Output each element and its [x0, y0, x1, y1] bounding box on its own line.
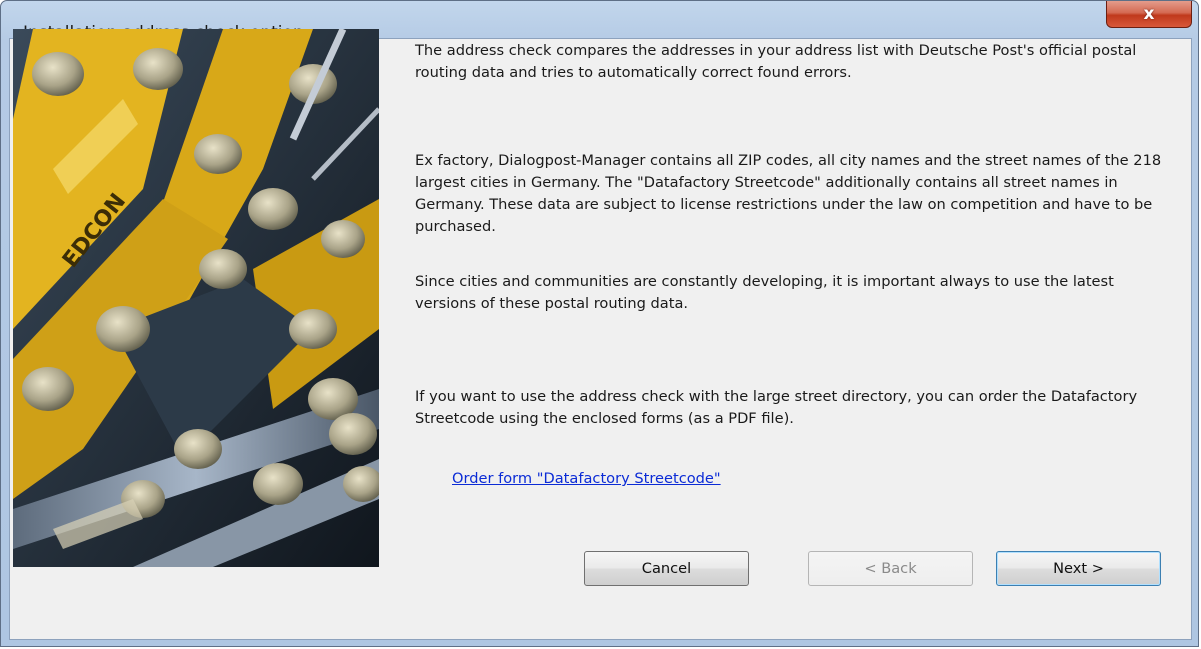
back-button[interactable]: < Back: [808, 551, 973, 586]
order-form-link[interactable]: Order form "Datafactory Streetcode": [452, 470, 721, 487]
description-paragraph-1: The address check compares the addresses…: [415, 42, 1137, 81]
description-paragraph-4: If you want to use the address check wit…: [415, 388, 1138, 427]
close-button[interactable]: x: [1106, 1, 1192, 28]
description-paragraph-3: Since cities and communities are constan…: [415, 273, 1114, 312]
side-banner-image: EDCON: [13, 29, 379, 567]
description-paragraph-2: Ex factory, Dialogpost-Manager contains …: [415, 152, 1162, 235]
close-icon: x: [1143, 4, 1155, 24]
next-button[interactable]: Next >: [996, 551, 1161, 586]
cancel-button[interactable]: Cancel: [584, 551, 749, 586]
